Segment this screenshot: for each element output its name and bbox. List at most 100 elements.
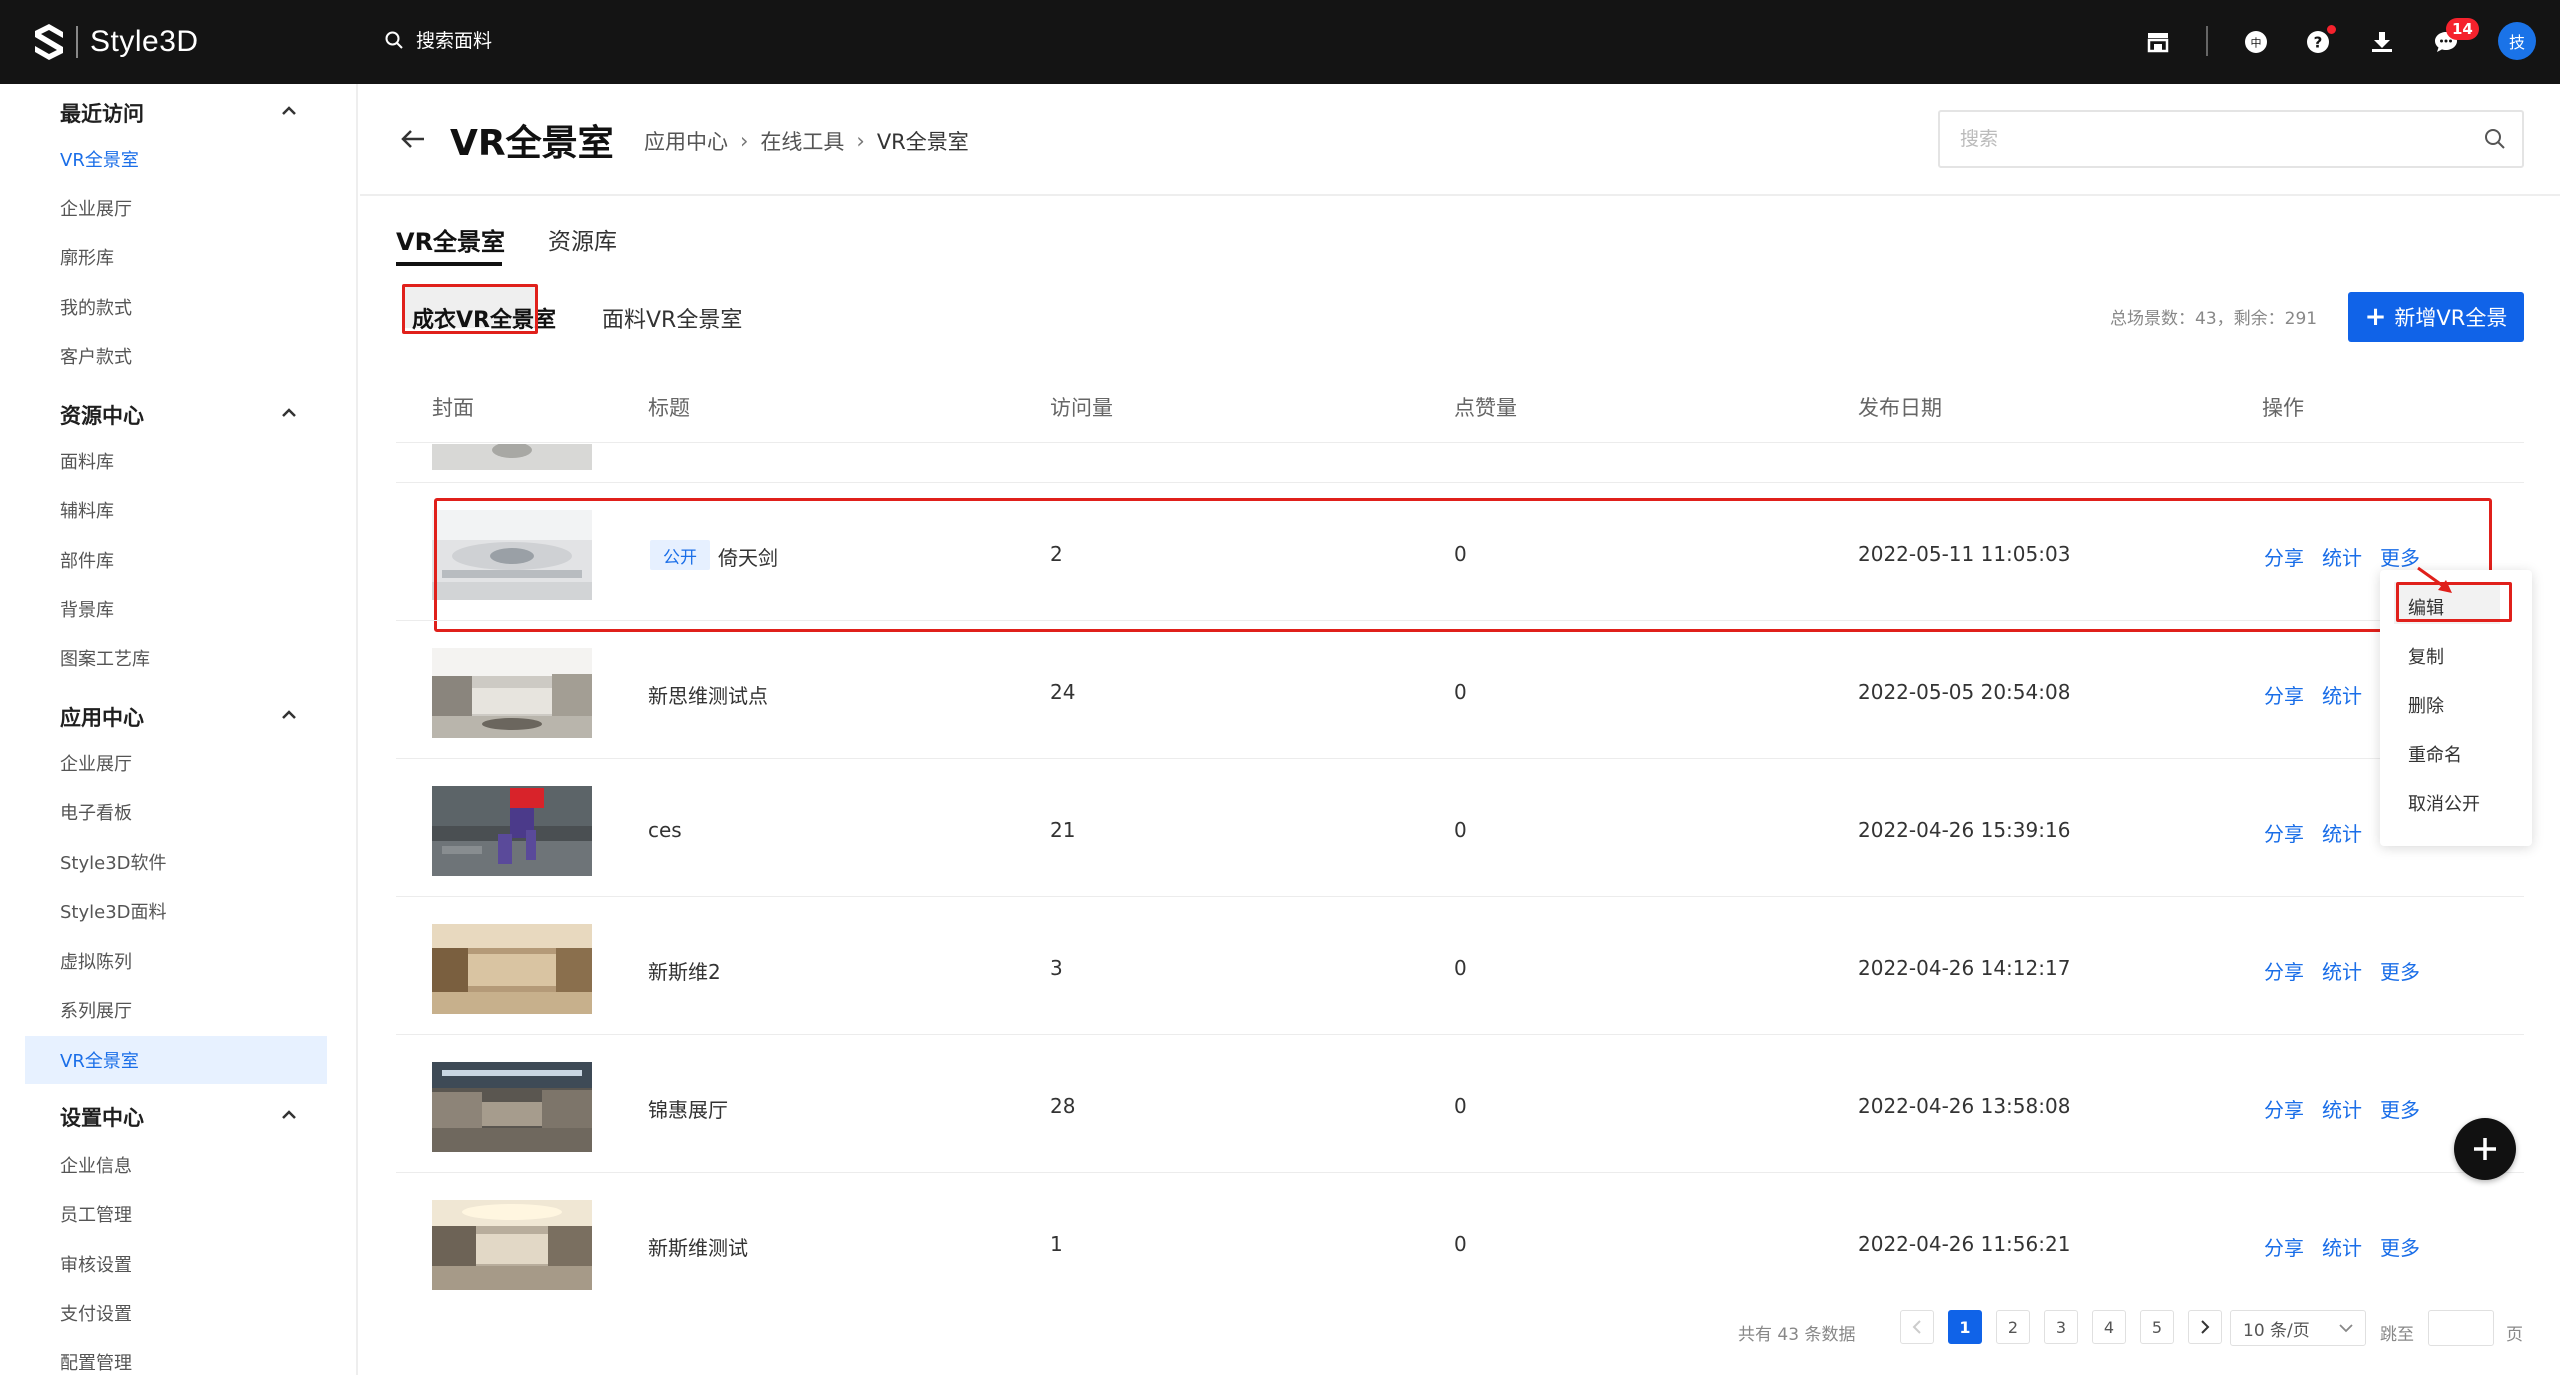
annotation-highlight-box	[434, 498, 2492, 632]
row-likes: 0	[1454, 1094, 1467, 1118]
sidebar-item-review-settings[interactable]: 审核设置	[60, 1251, 132, 1277]
pagination-next[interactable]	[2188, 1310, 2222, 1344]
message-icon[interactable]: 14	[2432, 18, 2479, 56]
sidebar-group-recent[interactable]: 最近访问	[60, 98, 144, 128]
breadcrumb-app-center[interactable]: 应用中心	[644, 126, 728, 156]
dropdown-item-rename[interactable]: 重命名	[2408, 741, 2462, 767]
search-box[interactable]	[1938, 110, 2524, 168]
cover-thumbnail[interactable]	[432, 444, 592, 470]
more-link[interactable]: 更多	[2380, 1094, 2420, 1123]
sidebar-item-config-management[interactable]: 配置管理	[60, 1349, 132, 1375]
top-search[interactable]: 搜索面料	[384, 26, 492, 53]
sidebar-item-company-info[interactable]: 企业信息	[60, 1152, 132, 1178]
share-link[interactable]: 分享	[2264, 956, 2304, 985]
stats-link[interactable]: 统计	[2322, 818, 2362, 847]
pagination-page-3[interactable]: 3	[2044, 1310, 2078, 1344]
sidebar-item-enterprise-hall-recent[interactable]: 企业展厅	[60, 195, 132, 221]
sidebar-item-my-styles[interactable]: 我的款式	[60, 294, 132, 320]
stats-link[interactable]: 统计	[2322, 1094, 2362, 1123]
row-divider	[396, 758, 2524, 759]
row-visits: 24	[1050, 680, 1076, 704]
back-arrow-icon[interactable]	[400, 128, 426, 150]
share-link[interactable]: 分享	[2264, 818, 2304, 847]
chevron-up-icon[interactable]	[278, 100, 300, 122]
user-avatar[interactable]: 技	[2498, 22, 2536, 60]
jump-to-input[interactable]	[2428, 1310, 2494, 1346]
pagination-prev[interactable]	[1900, 1310, 1934, 1344]
cover-thumbnail[interactable]	[432, 648, 592, 738]
message-badge: 14	[2446, 18, 2479, 40]
row-title: 锦惠展厅	[648, 1098, 728, 1122]
table-header-divider	[396, 442, 2524, 443]
sidebar-item-silhouette-library[interactable]: 廓形库	[60, 244, 114, 270]
chevron-right-icon: ›	[856, 129, 865, 153]
breadcrumb-online-tools[interactable]: 在线工具	[760, 126, 844, 156]
stats-link[interactable]: 统计	[2322, 680, 2362, 709]
search-input[interactable]	[1940, 112, 2440, 166]
dropdown-item-copy[interactable]: 复制	[2408, 643, 2444, 669]
sidebar-item-virtual-display[interactable]: 虚拟陈列	[60, 948, 132, 974]
help-notification-dot	[2326, 24, 2337, 35]
share-link[interactable]: 分享	[2264, 1232, 2304, 1261]
chevron-up-icon[interactable]	[278, 402, 300, 424]
sidebar-item-parts-library[interactable]: 部件库	[60, 547, 114, 573]
sidebar-item-client-styles[interactable]: 客户款式	[60, 343, 132, 369]
sidebar-item-payment-settings[interactable]: 支付设置	[60, 1300, 132, 1326]
tab-resource-library[interactable]: 资源库	[548, 222, 617, 256]
chevron-up-icon[interactable]	[278, 1104, 300, 1126]
search-icon[interactable]	[2484, 128, 2506, 150]
sidebar-item-pattern-library[interactable]: 图案工艺库	[60, 645, 150, 671]
sidebar-item-fabric-library[interactable]: 面料库	[60, 448, 114, 474]
sidebar-item-staff-management[interactable]: 员工管理	[60, 1201, 132, 1227]
row-divider	[396, 482, 2524, 483]
subtab-fabric-vr[interactable]: 面料VR全景室	[602, 302, 742, 334]
cover-thumbnail[interactable]	[432, 924, 592, 1014]
row-divider	[396, 896, 2524, 897]
cover-thumbnail[interactable]	[432, 1200, 592, 1290]
add-vr-button[interactable]: + 新增VR全景	[2348, 292, 2524, 342]
sidebar-group-resources[interactable]: 资源中心	[60, 400, 144, 430]
download-icon[interactable]	[2368, 28, 2396, 56]
store-icon[interactable]	[2144, 28, 2172, 56]
sidebar-item-style3d-software[interactable]: Style3D软件	[60, 849, 167, 875]
stats-link[interactable]: 统计	[2322, 1232, 2362, 1261]
pagination-page-2[interactable]: 2	[1996, 1310, 2030, 1344]
tab-vr-room[interactable]: VR全景室	[396, 222, 505, 257]
sidebar-group-settings[interactable]: 设置中心	[60, 1102, 144, 1132]
pagination-page-1[interactable]: 1	[1948, 1310, 1982, 1344]
sidebar-group-apps[interactable]: 应用中心	[60, 702, 144, 732]
sidebar-item-series-hall[interactable]: 系列展厅	[60, 997, 132, 1023]
sidebar-item-enterprise-hall[interactable]: 企业展厅	[60, 750, 132, 776]
dropdown-item-delete[interactable]: 删除	[2408, 692, 2444, 718]
style3d-logo[interactable]: Style3D	[32, 20, 199, 64]
cover-thumbnail[interactable]	[432, 1062, 592, 1152]
sidebar-item-background-library[interactable]: 背景库	[60, 596, 114, 622]
dropdown-item-unpublish[interactable]: 取消公开	[2408, 790, 2480, 816]
pagination-page-4[interactable]: 4	[2092, 1310, 2126, 1344]
sidebar-item-e-board[interactable]: 电子看板	[60, 799, 132, 825]
language-icon[interactable]: 中	[2242, 28, 2270, 56]
row-date: 2022-05-05 20:54:08	[1858, 680, 2071, 704]
plus-icon: +	[2364, 302, 2387, 332]
page-size-select[interactable]: 10 条/页	[2230, 1310, 2366, 1346]
share-link[interactable]: 分享	[2264, 680, 2304, 709]
pagination-total: 共有 43 条数据	[1738, 1325, 1856, 1345]
stats-link[interactable]: 统计	[2322, 956, 2362, 985]
cover-thumbnail[interactable]	[432, 786, 592, 876]
more-link[interactable]: 更多	[2380, 956, 2420, 985]
sidebar-item-vr-room-recent[interactable]: VR全景室	[60, 146, 139, 172]
column-header-visits: 访问量	[1050, 396, 1113, 420]
row-visits: 21	[1050, 818, 1076, 842]
add-vr-label: 新增VR全景	[2394, 306, 2508, 330]
sidebar-item-trims-library[interactable]: 辅料库	[60, 497, 114, 523]
chevron-up-icon[interactable]	[278, 704, 300, 726]
more-link[interactable]: 更多	[2380, 1232, 2420, 1261]
floating-add-button[interactable]	[2454, 1118, 2516, 1180]
sidebar-item-vr-room[interactable]: VR全景室	[60, 1047, 139, 1073]
sidebar-item-style3d-fabric[interactable]: Style3D面料	[60, 898, 167, 924]
pagination-page-5[interactable]: 5	[2140, 1310, 2174, 1344]
row-date: 2022-04-26 11:56:21	[1858, 1232, 2071, 1256]
search-icon	[385, 31, 403, 49]
help-icon[interactable]: ?	[2304, 24, 2337, 56]
share-link[interactable]: 分享	[2264, 1094, 2304, 1123]
